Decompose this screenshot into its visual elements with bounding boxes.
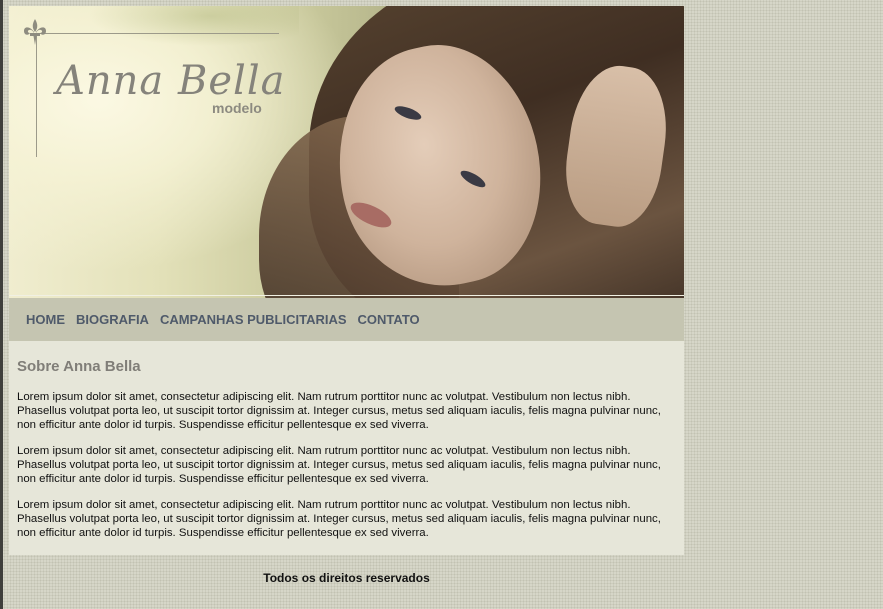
body-paragraph: Lorem ipsum dolor sit amet, consectetur … xyxy=(17,499,661,539)
header-banner: Anna Bella modelo xyxy=(9,6,684,298)
main-nav: HOME BIOGRAFIA CAMPANHAS PUBLICITARIAS C… xyxy=(9,298,684,341)
body-paragraph: Lorem ipsum dolor sit amet, consectetur … xyxy=(17,391,661,431)
section-heading: Sobre Anna Bella xyxy=(17,358,141,375)
page-left-edge xyxy=(0,0,3,609)
footer-copyright: Todos os direitos reservados xyxy=(263,571,430,585)
banner-foliage xyxy=(59,6,299,66)
nav-item-home[interactable]: HOME xyxy=(26,312,65,327)
brand-title: Anna Bella xyxy=(56,58,286,104)
nav-item-biografia[interactable]: BIOGRAFIA xyxy=(76,312,149,327)
body-paragraph: Lorem ipsum dolor sit amet, consectetur … xyxy=(17,445,661,485)
logo-frame-line xyxy=(37,33,279,34)
nav-item-campanhas-publicitarias[interactable]: CAMPANHAS PUBLICITARIAS xyxy=(160,312,347,327)
brand-subtitle: modelo xyxy=(212,100,262,116)
page-container: Anna Bella modelo HOME BIOGRAFIA CAMPANH… xyxy=(9,6,684,585)
fleur-de-lis-icon xyxy=(24,19,46,45)
banner-divider xyxy=(9,295,684,296)
main-content: Sobre Anna Bella Lorem ipsum dolor sit a… xyxy=(9,341,684,555)
logo-frame-line xyxy=(36,33,37,157)
nav-item-contato[interactable]: CONTATO xyxy=(358,312,420,327)
